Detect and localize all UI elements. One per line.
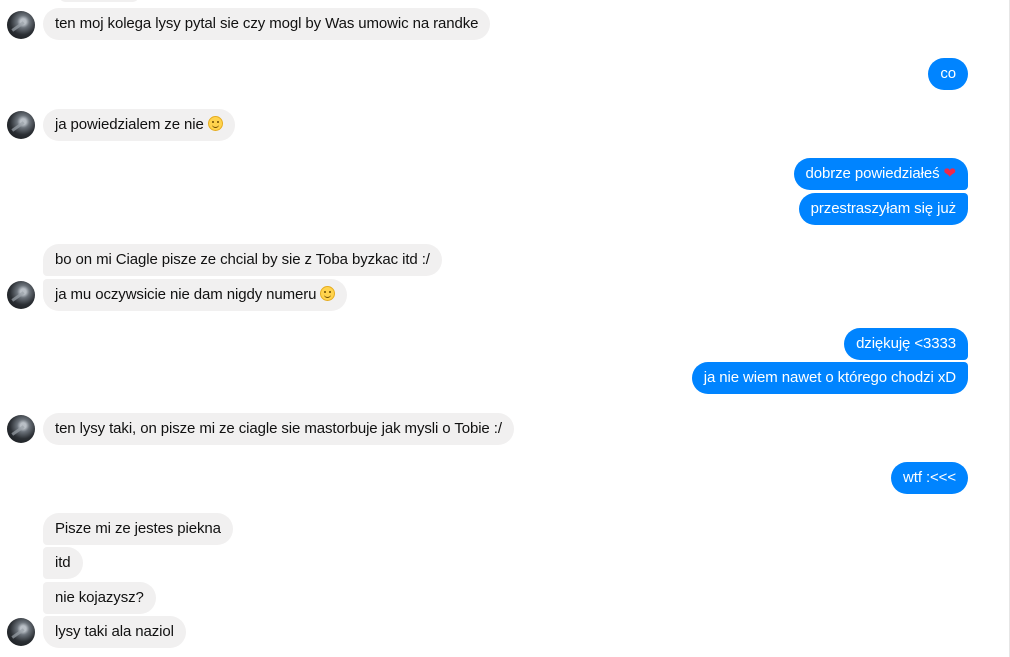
incoming-message[interactable]: lysy taki ala naziol	[43, 616, 186, 648]
message-text: ja mu oczywsicie nie dam nigdy numeru	[55, 286, 317, 303]
message-text: co	[940, 65, 956, 82]
message-text: dziękuję <3333	[856, 335, 956, 352]
message-text: ja nie wiem nawet o którego chodzi xD	[703, 369, 956, 386]
incoming-message[interactable]: Pisze mi ze jestes piekna	[43, 513, 233, 545]
contact-avatar[interactable]	[7, 618, 35, 646]
incoming-message[interactable]: nie kojazysz?	[43, 582, 156, 614]
message-text: przestraszyłam się już	[810, 200, 956, 217]
message-text: ja powiedzialem ze nie	[55, 116, 204, 133]
heart-emoji-icon: ❤	[943, 165, 957, 182]
smiley-emoji-icon	[207, 116, 223, 131]
smiley-emoji-icon	[320, 286, 336, 301]
contact-avatar[interactable]	[7, 111, 35, 139]
outgoing-message[interactable]: dobrze powiedziałeś ❤	[793, 158, 968, 190]
incoming-message[interactable]: ten moj kolega lysy pytal sie czy mogl b…	[43, 8, 491, 40]
outgoing-message[interactable]: co	[928, 58, 968, 90]
incoming-message[interactable]: bo on mi Ciagle pisze ze chcial by sie z…	[43, 244, 442, 276]
outgoing-message[interactable]: wtf :<<<	[891, 462, 968, 494]
message-text: wtf :<<<	[903, 469, 956, 486]
outgoing-message[interactable]: przestraszyłam się już	[798, 193, 968, 225]
message-text: bo on mi Ciagle pisze ze chcial by sie z…	[55, 251, 430, 268]
message-text: ten lysy taki, on pisze mi ze ciagle sie…	[55, 420, 502, 437]
contact-avatar[interactable]	[7, 415, 35, 443]
incoming-message[interactable]: itd	[43, 547, 83, 579]
outgoing-message[interactable]: dziękuję <3333	[844, 328, 968, 360]
outgoing-message[interactable]: ja nie wiem nawet o którego chodzi xD	[691, 362, 968, 394]
previous-message-cutoff	[58, 0, 140, 2]
incoming-message[interactable]: ten lysy taki, on pisze mi ze ciagle sie…	[43, 413, 514, 445]
message-text: ten moj kolega lysy pytal sie czy mogl b…	[55, 15, 479, 32]
contact-avatar[interactable]	[7, 11, 35, 39]
incoming-message[interactable]: ja mu oczywsicie nie dam nigdy numeru	[43, 279, 348, 311]
message-text: nie kojazysz?	[55, 589, 144, 606]
message-text: dobrze powiedziałeś	[805, 165, 940, 182]
incoming-message[interactable]: ja powiedzialem ze nie	[43, 109, 235, 141]
message-text: itd	[55, 554, 71, 571]
message-text: Pisze mi ze jestes piekna	[55, 520, 221, 537]
message-text: lysy taki ala naziol	[55, 623, 174, 640]
contact-avatar[interactable]	[7, 281, 35, 309]
